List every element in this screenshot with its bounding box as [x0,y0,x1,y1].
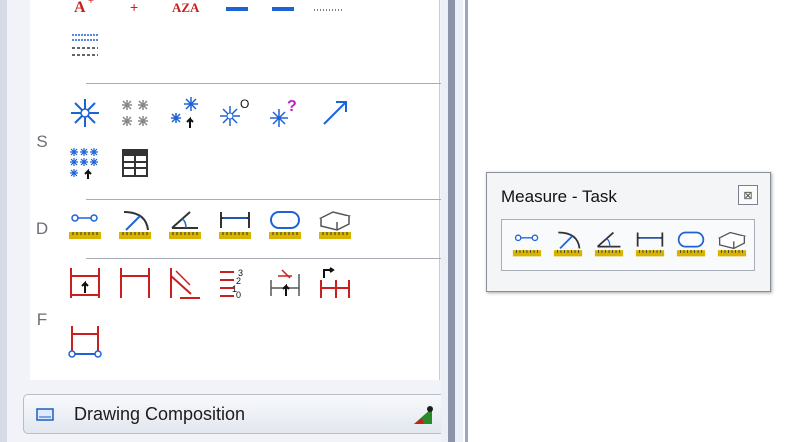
measure-task-dialog: Measure - Task ⊠ [486,172,771,292]
close-icon[interactable]: ⊠ [738,185,758,205]
drawing-composition-label: Drawing Composition [74,404,246,424]
svg-text:AZA: AZA [172,0,200,15]
symbol-array-tool[interactable] [118,96,152,130]
measure-distance-icon[interactable] [512,229,542,259]
measure-toolbar [501,219,755,271]
tool-panel: A + + AZA S O ? D F 3 2 1 0 Drawing Comp… [7,0,462,442]
symbol-query-tool[interactable]: ? [268,96,302,130]
measure-volume-tool[interactable] [318,208,352,242]
dimension-element-tool[interactable] [68,266,102,300]
row-label-s: S [36,132,48,151]
sort-text-tool[interactable]: AZA [170,0,204,24]
dotted-line-tool[interactable] [312,0,346,24]
note-tool-a[interactable] [220,0,254,24]
svg-text:+: + [88,0,94,7]
svg-text:A: A [74,0,86,16]
symbol-group-move-tool[interactable] [68,146,102,180]
measure-distance-tool[interactable] [68,208,102,242]
measure-volume-icon[interactable] [717,229,747,259]
symbol-place-tool[interactable] [68,96,102,130]
dimension-aligned-tool[interactable] [168,266,202,300]
dialog-title: Measure - Task [501,187,617,206]
text-style-tool[interactable]: A + [68,0,102,24]
view-border [465,0,468,442]
row-divider [86,258,462,259]
dimension-size-tool[interactable] [118,266,152,300]
symbol-table-tool[interactable] [118,146,152,180]
dimension-angle-tool[interactable] [268,266,302,300]
measure-angle-tool[interactable] [168,208,202,242]
svg-text:+: + [130,0,138,15]
row-label-f: F [36,310,48,329]
dimension-points-tool[interactable] [68,324,102,358]
tool-panel-content: A + + AZA S O ? D F 3 2 1 0 [30,0,462,380]
monitor-icon [36,408,54,421]
splitter-bar[interactable] [448,0,455,442]
left-window-edge [0,0,7,442]
symbol-origin-tool[interactable]: O [218,96,252,130]
dimension-ordinate-tool[interactable]: 3210 [218,266,252,300]
measure-radius-tool[interactable] [118,208,152,242]
dimension-chain-tool[interactable] [318,266,352,300]
measure-area-icon[interactable] [676,229,706,259]
measure-angle-icon[interactable] [594,229,624,259]
row-divider [86,83,462,84]
table-lines-tool[interactable] [68,27,102,61]
note-tool-b[interactable] [266,0,300,24]
measure-area-tool[interactable] [268,208,302,242]
svg-text:?: ? [287,98,297,115]
dimension-tool-a[interactable]: + [118,0,152,24]
workflow-graph-icon [414,406,433,424]
drawing-composition-button[interactable]: Drawing Composition [23,394,445,434]
leader-arrow-tool[interactable] [318,96,352,130]
svg-text:O: O [240,97,249,111]
svg-text:0: 0 [236,290,241,300]
row-label-d: D [35,219,49,238]
measure-length-tool[interactable] [218,208,252,242]
symbol-move-tool[interactable] [168,96,202,130]
measure-length-icon[interactable] [635,229,665,259]
row-divider [86,199,462,200]
measure-radius-icon[interactable] [553,229,583,259]
